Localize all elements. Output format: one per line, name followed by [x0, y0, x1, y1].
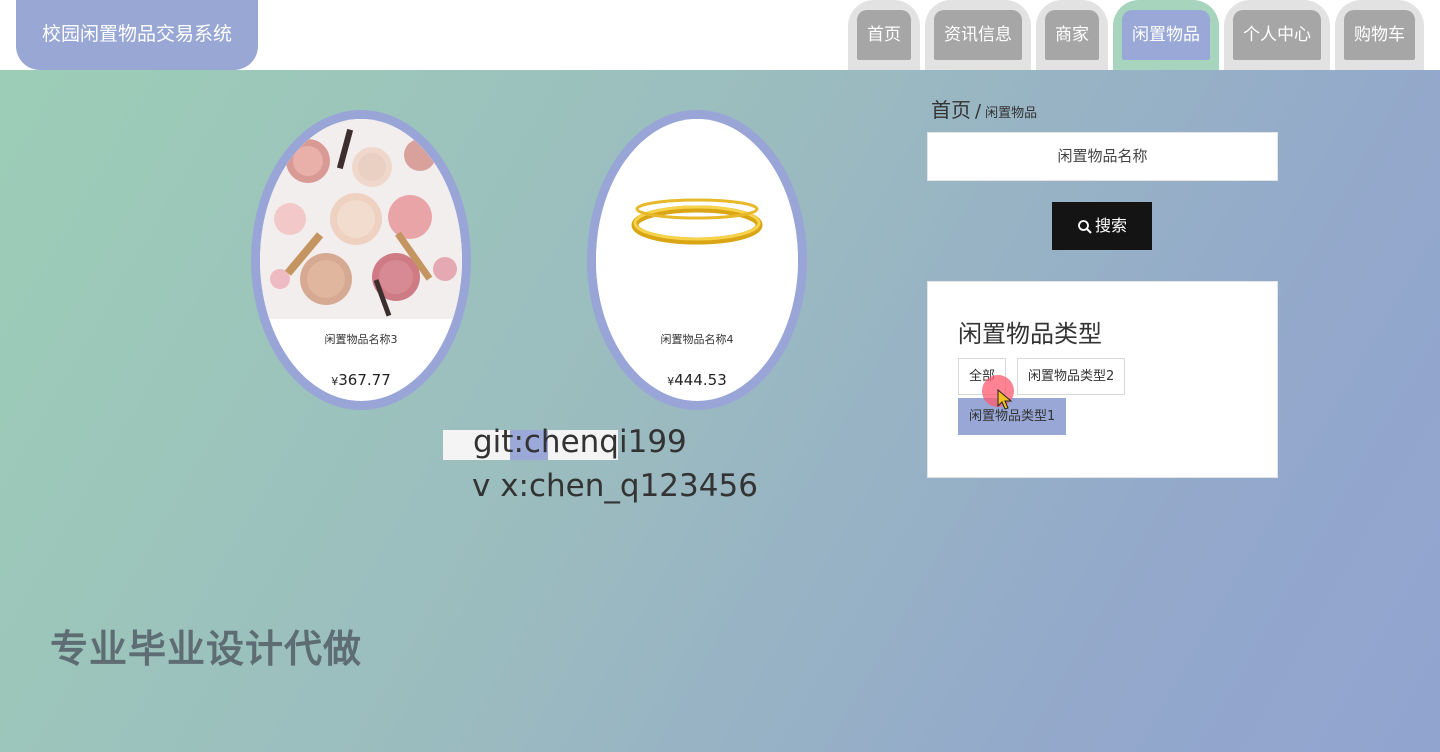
search-button-label: 搜索: [1094, 216, 1127, 235]
nav-cart[interactable]: 购物车: [1335, 0, 1424, 70]
nav-cart-label: 购物车: [1344, 10, 1415, 60]
site-title[interactable]: 校园闲置物品交易系统: [16, 0, 258, 70]
product-name: 闲置物品名称4: [660, 333, 734, 346]
nav-idle-items[interactable]: 闲置物品: [1113, 0, 1219, 70]
mouse-pointer-icon: [997, 389, 1013, 410]
watermark-contact: v x:chen_q123456: [472, 468, 758, 504]
product-name: 闲置物品名称3: [324, 333, 398, 346]
nav-home[interactable]: 首页: [848, 0, 920, 70]
breadcrumb-current: 闲置物品: [985, 106, 1038, 121]
price-value: 367.77: [338, 371, 391, 389]
category-chip-type2[interactable]: 闲置物品类型2: [1017, 358, 1126, 395]
price-value: 444.53: [674, 371, 727, 389]
nav-personal-center-label: 个人中心: [1233, 10, 1321, 60]
breadcrumb: 首页 / 闲置物品: [931, 94, 1037, 123]
search-icon: [1078, 219, 1092, 234]
cosmetics-image: [260, 119, 462, 319]
nav-merchant[interactable]: 商家: [1036, 0, 1108, 70]
main-nav: 首页 资讯信息 商家 闲置物品 个人中心 购物车: [848, 0, 1424, 70]
watermark-promo: 专业毕业设计代做: [50, 627, 363, 671]
product-price: ¥367.77: [260, 371, 462, 389]
nav-merchant-label: 商家: [1045, 10, 1099, 60]
search-button[interactable]: 搜索: [1052, 202, 1152, 250]
product-card-face: 闲置物品名称4 ¥444.53: [596, 119, 798, 401]
product-price: ¥444.53: [596, 371, 798, 389]
watermark-git: git:chenqi199: [443, 424, 687, 460]
gold-bangle-image: [596, 119, 798, 319]
nav-news-label: 资讯信息: [934, 10, 1022, 60]
category-title: 闲置物品类型: [958, 320, 1102, 348]
product-card[interactable]: 闲置物品名称3 ¥367.77: [251, 110, 471, 410]
watermark-git-text: git:chenqi199: [473, 424, 687, 460]
breadcrumb-home[interactable]: 首页: [931, 98, 971, 122]
search-input[interactable]: 闲置物品名称: [927, 132, 1278, 181]
product-card-face: 闲置物品名称3 ¥367.77: [260, 119, 462, 401]
nav-personal-center[interactable]: 个人中心: [1224, 0, 1330, 70]
category-panel: 闲置物品类型 全部 闲置物品类型2 闲置物品类型1: [927, 281, 1278, 478]
nav-home-label: 首页: [857, 10, 911, 60]
product-card[interactable]: 闲置物品名称4 ¥444.53: [587, 110, 807, 410]
nav-news[interactable]: 资讯信息: [925, 0, 1031, 70]
top-bar: 校园闲置物品交易系统 首页 资讯信息 商家 闲置物品 个人中心 购物车: [0, 0, 1440, 70]
nav-idle-items-label: 闲置物品: [1122, 10, 1210, 60]
breadcrumb-separator: /: [975, 101, 982, 122]
